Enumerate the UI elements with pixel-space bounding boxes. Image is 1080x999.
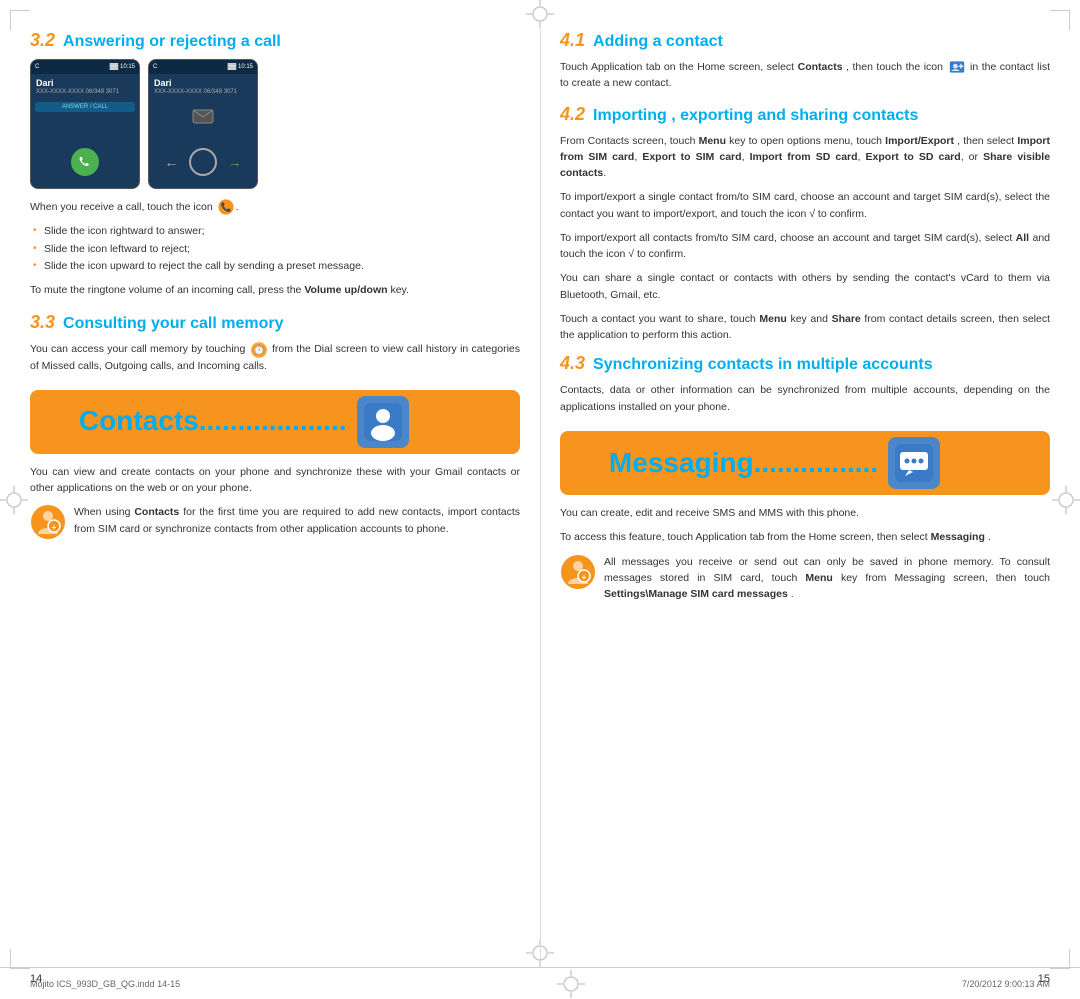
chapter-5-intro: You can create, edit and receive SMS and… [560,505,1050,521]
footer-right: 7/20/2012 9:00:13 AM [962,979,1050,989]
section-4-2-para1: From Contacts screen, touch Menu key to … [560,133,1050,182]
corner-mark-tr [1050,10,1070,30]
phone-call-icon: 📞 [218,199,234,215]
section-4-3-text: Contacts, data or other information can … [560,382,1050,415]
phone-answer-btn [71,148,99,176]
info-icon-contacts: + [30,504,66,540]
page-container: 3.2 Answering or rejecting a call C ▓▓ 1… [0,0,1080,999]
main-content: 3.2 Answering or rejecting a call C ▓▓ 1… [30,20,1050,959]
chapter-4-banner: 4 Contacts................... [30,390,520,454]
chapter-4-num: 4 [40,396,69,448]
phone-screenshots: C ▓▓ 10:15 Dari XXX-XXXX-XXXX 06/348 307… [30,59,520,189]
chapter-5-num: 5 [570,437,599,489]
phone-button-area-1 [31,148,139,176]
section-4-2-para4: You can share a single contact or contac… [560,270,1050,303]
phone-status-bar-1: C ▓▓ 10:15 [31,60,139,74]
section-4-2-title: Importing , exporting and sharing contac… [593,107,918,125]
section-4-3-header: 4.3 Synchronizing contacts in multiple a… [560,353,1050,374]
messaging-icon-box [888,437,940,489]
info-icon-messaging: + [560,554,596,590]
section-3-2-header: 3.2 Answering or rejecting a call [30,30,520,51]
section-3-3-text: You can access your call memory by touch… [30,341,520,374]
left-column: 3.2 Answering or rejecting a call C ▓▓ 1… [30,20,520,959]
corner-mark-bl [10,949,30,969]
phone-status-bar-2: C ▓▓ 10:15 [149,60,257,74]
footer: Mojito ICS_993D_GB_QG.indd 14-15 7/20/20… [0,967,1080,999]
phone-button-area-2: ← → [149,148,257,176]
right-column: 4.1 Adding a contact Touch Application t… [560,20,1050,959]
phone-contact-name-1: Dari [36,78,134,88]
section-3-2-mute-text: To mute the ringtone volume of an incomi… [30,282,520,298]
section-4-2-num: 4.2 [560,104,585,125]
phone-time-1: ▓▓ 10:15 [110,64,135,70]
phone-time-2: ▓▓ 10:15 [228,64,253,70]
chapter-5-banner: 5 Messaging................ [560,431,1050,495]
phone-msg-icon [149,109,257,130]
section-4-2-header: 4.2 Importing , exporting and sharing co… [560,104,1050,125]
phone-contact-info-1: Dari XXX-XXXX-XXXX 06/348 3071 [31,74,139,99]
footer-left: Mojito ICS_993D_GB_QG.indd 14-15 [30,979,180,989]
contacts-icon [364,403,402,441]
phone-right-arrow: → [228,154,242,170]
chapter-4-intro: You can view and create contacts on your… [30,464,520,497]
add-contact-icon [949,59,965,75]
phone-carrier-1: C [35,64,39,70]
phone-contact-name-2: Dari [154,78,252,88]
chapter-4-info-text: When using Contacts for the first time y… [74,504,520,537]
section-3-2-bullets: Slide the icon rightward to answer; Slid… [30,223,520,274]
chapter-4-title: Contacts................... [79,406,347,437]
section-3-3-num: 3.3 [30,312,55,333]
section-3-2-title: Answering or rejecting a call [63,33,281,51]
chapter-5-access: To access this feature, touch Applicatio… [560,529,1050,545]
section-4-1-header: 4.1 Adding a contact [560,30,1050,51]
section-4-1-text: Touch Application tab on the Home screen… [560,59,1050,92]
section-4-3-num: 4.3 [560,353,585,374]
messaging-icon [895,444,933,482]
contacts-icon-box [357,396,409,448]
chapter-4-info-box: + When using Contacts for the first time… [30,504,520,540]
section-4-3-title: Synchronizing contacts in multiple accou… [593,356,933,374]
section-4-2-para3: To import/export all contacts from/to SI… [560,230,1050,263]
phone-contact-info-2: Dari XXX-XXXX-XXXX 06/348 3071 [149,74,257,99]
crosshair-left [0,486,28,514]
chapter-5-info-text: All messages you receive or send out can… [604,554,1050,603]
phone-screen-2: C ▓▓ 10:15 Dari XXX-XXXX-XXXX 06/348 307… [148,59,258,189]
section-4-1-num: 4.1 [560,30,585,51]
section-3-3-header: 3.3 Consulting your call memory [30,312,520,333]
section-4-2-para2: To import/export a single contact from/t… [560,189,1050,222]
section-4-2-para5: Touch a contact you want to share, touch… [560,311,1050,344]
crosshair-footer-center [557,970,585,998]
phone-screen-1: C ▓▓ 10:15 Dari XXX-XXXX-XXXX 06/348 307… [30,59,140,189]
section-3-3-title: Consulting your call memory [63,315,283,333]
clock-icon: 🕐 [251,342,267,358]
corner-mark-br [1050,949,1070,969]
phone-contact-num-1: XXX-XXXX-XXXX 06/348 3071 [36,89,134,95]
crosshair-right [1052,486,1080,514]
corner-mark-tl [10,10,30,30]
phone-action-bar-1: ANSWER / CALL [35,102,135,112]
bullet-3: Slide the icon upward to reject the call… [30,258,520,274]
chapter-5-title: Messaging................ [609,448,878,479]
phone-left-arrow: ← [164,154,178,170]
phone-circle-empty [189,148,217,176]
svg-text:+: + [52,523,57,532]
bullet-2: Slide the icon leftward to reject; [30,241,520,257]
phone-carrier-2: C [153,64,157,70]
bullet-1: Slide the icon rightward to answer; [30,223,520,239]
svg-text:+: + [582,573,587,582]
svg-text:📞: 📞 [220,201,231,212]
section-3-2-intro-text: When you receive a call, touch the icon … [30,199,520,215]
section-3-2-num: 3.2 [30,30,55,51]
section-4-1-title: Adding a contact [593,33,723,51]
phone-contact-num-2: XXX-XXXX-XXXX 06/348 3071 [154,89,252,95]
chapter-5-info-box: + All messages you receive or send out c… [560,554,1050,603]
svg-text:🕐: 🕐 [254,345,264,355]
